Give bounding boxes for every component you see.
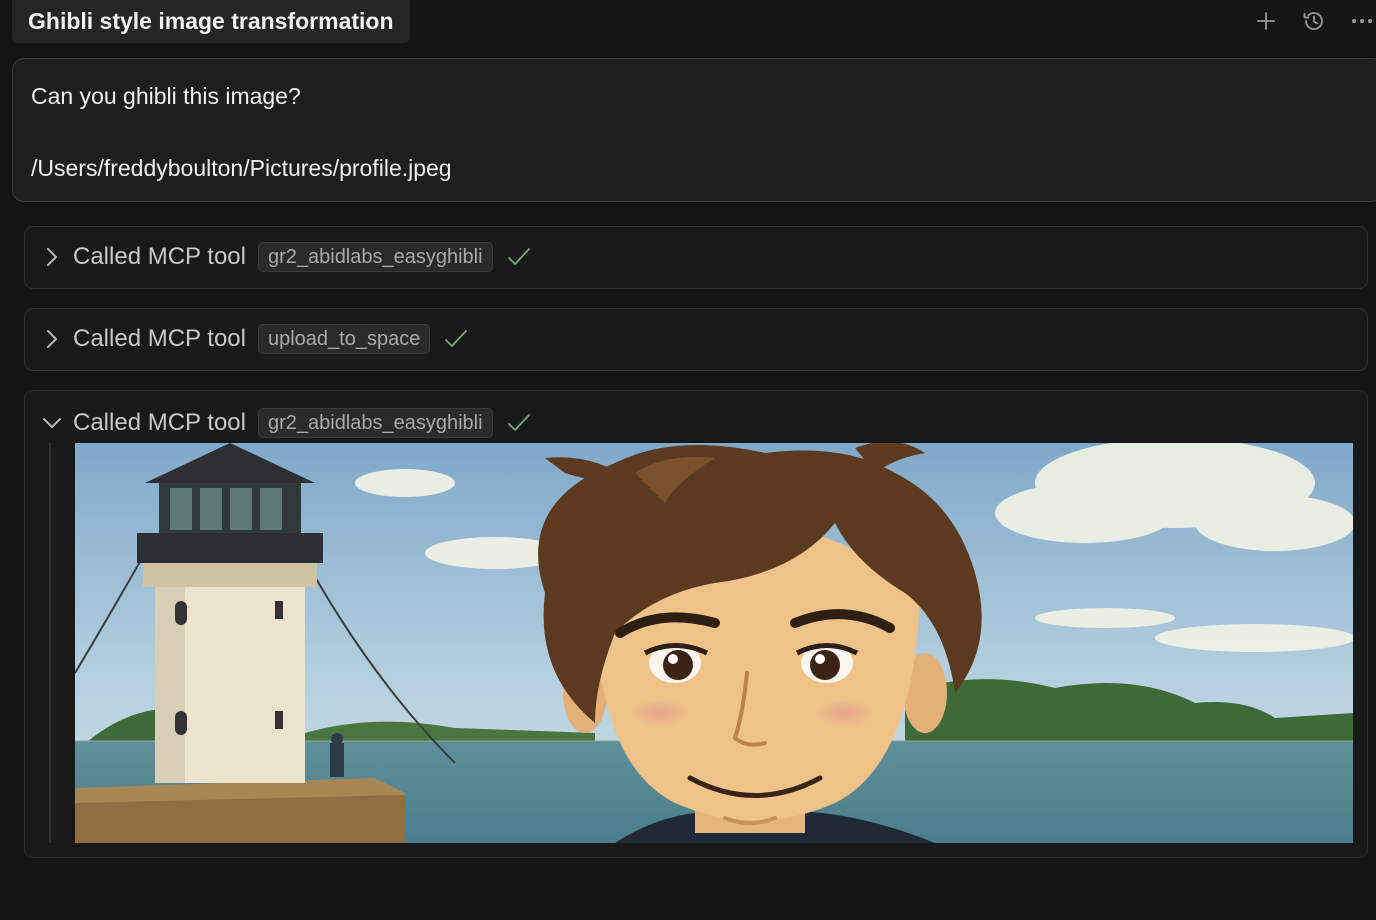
- top-bar: Ghibli style image transformation: [0, 0, 1376, 44]
- user-message-text: Can you ghibli this image?: [31, 83, 301, 109]
- chevron-down-icon: [41, 412, 63, 434]
- check-icon: [444, 328, 468, 350]
- tool-call-card-expanded: Called MCP tool gr2_abidlabs_easyghibli: [24, 390, 1368, 858]
- user-message-path: /Users/freddyboulton/Pictures/profile.jp…: [31, 155, 452, 181]
- check-icon: [507, 412, 531, 434]
- user-message[interactable]: Can you ghibli this image? /Users/freddy…: [12, 58, 1376, 202]
- tool-result: [49, 443, 1353, 843]
- tool-call-card: Called MCP tool gr2_abidlabs_easyghibli: [24, 226, 1368, 289]
- tool-name-badge: gr2_abidlabs_easyghibli: [257, 242, 493, 272]
- tool-call-label: Called MCP tool: [73, 409, 246, 436]
- tool-call-label: Called MCP tool: [73, 243, 246, 270]
- chevron-right-icon: [41, 328, 63, 350]
- more-icon[interactable]: [1347, 6, 1376, 36]
- tool-call-label: Called MCP tool: [73, 325, 246, 352]
- generated-image[interactable]: [75, 443, 1353, 843]
- plus-icon[interactable]: [1251, 6, 1281, 36]
- check-icon: [507, 246, 531, 268]
- chat-title[interactable]: Ghibli style image transformation: [12, 0, 410, 43]
- history-icon[interactable]: [1299, 6, 1329, 36]
- tool-call-card: Called MCP tool upload_to_space: [24, 308, 1368, 371]
- ghibli-portrait-illustration: [75, 443, 1353, 843]
- tool-name-badge: gr2_abidlabs_easyghibli: [257, 408, 493, 438]
- tool-name-badge: upload_to_space: [257, 324, 431, 354]
- tool-call-header[interactable]: Called MCP tool upload_to_space: [25, 309, 1367, 369]
- chevron-right-icon: [41, 246, 63, 268]
- tool-call-header[interactable]: Called MCP tool gr2_abidlabs_easyghibli: [25, 227, 1367, 287]
